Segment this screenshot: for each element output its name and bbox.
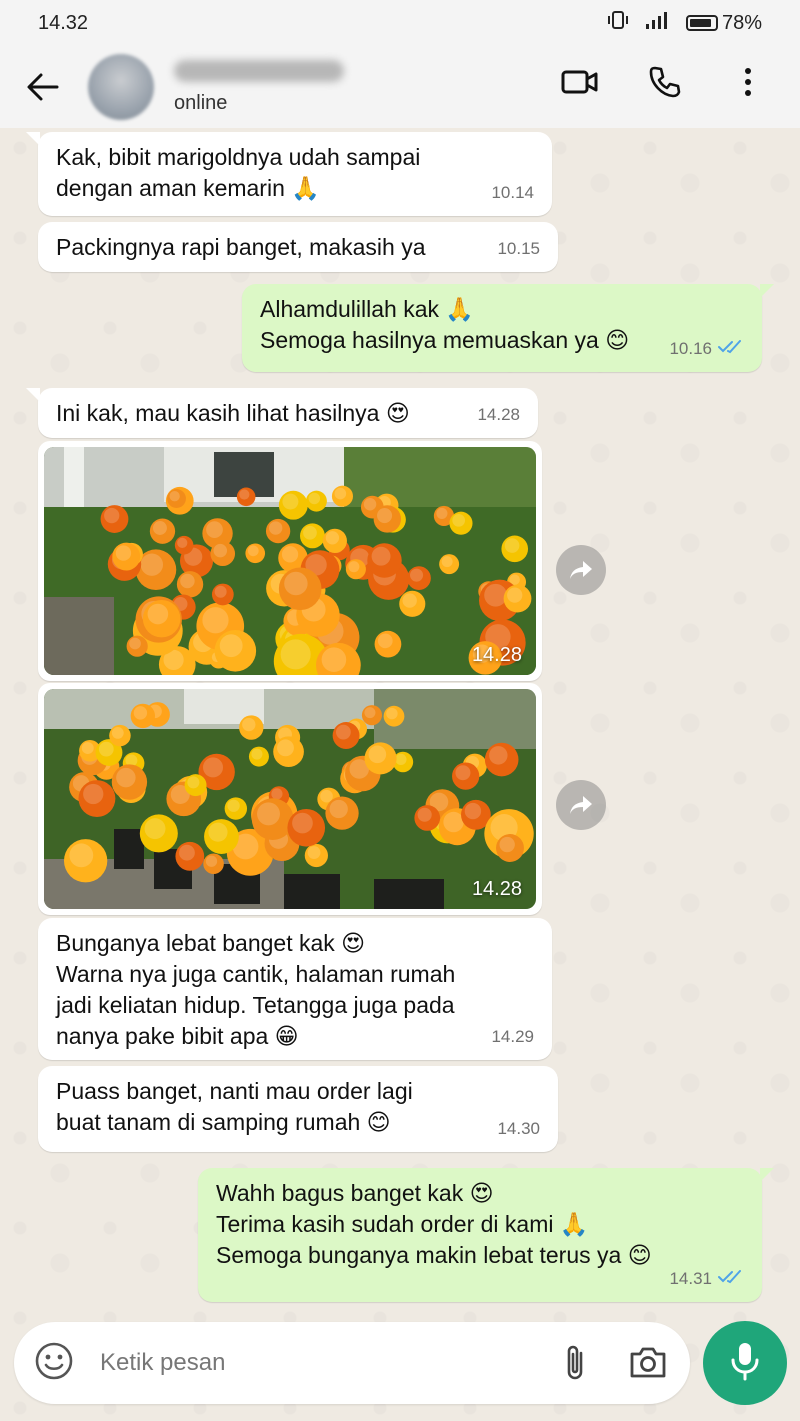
heart-eyes-emoji-icon: 😍 xyxy=(469,1180,494,1206)
battery-icon xyxy=(685,15,718,31)
attachment-paperclip-icon[interactable] xyxy=(562,1344,588,1387)
smiling-face-emoji-icon: 😊 xyxy=(627,1242,652,1268)
status-icons: 78% xyxy=(606,10,762,36)
forward-button[interactable] xyxy=(556,780,606,830)
message-text: Warna nya juga cantik, halaman rumah xyxy=(56,961,456,987)
message-incoming[interactable]: Bunganya lebat banget kak 😍 Warna nya ju… xyxy=(38,918,552,1060)
avatar[interactable] xyxy=(88,54,154,120)
folded-hands-emoji-icon: 🙏 xyxy=(291,175,320,201)
message-incoming[interactable]: Puass banget, nanti mau order lagi buat … xyxy=(38,1066,558,1152)
message-text: Wahh bagus banget kak xyxy=(216,1180,464,1206)
double-check-read-icon xyxy=(718,1263,744,1294)
emoji-icon[interactable] xyxy=(34,1341,74,1386)
message-time: 14.29 xyxy=(491,1027,534,1046)
photo-message[interactable]: 14.28 xyxy=(38,683,542,915)
message-text: jadi keliatan hidup. Tetangga juga pada xyxy=(56,992,455,1018)
message-meta: 14.31 xyxy=(669,1263,744,1294)
folded-hands-emoji-icon: 🙏 xyxy=(559,1211,589,1237)
message-composer xyxy=(14,1322,690,1404)
message-time: 10.16 xyxy=(669,339,712,358)
back-arrow-icon[interactable] xyxy=(22,67,62,107)
message-outgoing[interactable]: Wahh bagus banget kak 😍 Terima kasih sud… xyxy=(198,1168,774,1302)
heart-eyes-emoji-icon: 😍 xyxy=(341,930,366,956)
grinning-face-emoji-icon: 😁 xyxy=(274,1023,299,1049)
message-text: Alhamdulillah kak xyxy=(260,296,439,322)
contact-info[interactable]: online xyxy=(174,59,344,115)
message-time: 14.31 xyxy=(669,1269,712,1288)
header-actions xyxy=(560,62,768,102)
vibrate-icon xyxy=(606,10,630,36)
message-text: Bunganya lebat banget kak xyxy=(56,930,335,956)
message-time: 14.28 xyxy=(477,405,520,424)
heart-eyes-emoji-icon: 😍 xyxy=(385,400,410,426)
message-time: 10.15 xyxy=(497,239,540,258)
photo-message[interactable]: 14.28 xyxy=(38,441,542,681)
message-text: Puass banget, nanti mau order lagi xyxy=(56,1078,413,1104)
more-options-icon[interactable] xyxy=(728,62,768,102)
message-text: Semoga hasilnya memuaskan ya xyxy=(260,327,599,353)
signal-icon xyxy=(644,10,672,36)
video-call-icon[interactable] xyxy=(560,62,600,102)
message-text: dengan aman kemarin xyxy=(56,175,285,201)
message-outgoing[interactable]: Alhamdulillah kak 🙏 Semoga hasilnya memu… xyxy=(242,284,774,372)
message-text: Packingnya rapi banget, makasih ya xyxy=(56,234,426,260)
message-text: buat tanam di samping rumah xyxy=(56,1109,361,1135)
voice-message-button[interactable] xyxy=(703,1321,787,1405)
smiling-face-emoji-icon: 😊 xyxy=(605,327,630,353)
contact-name-blurred xyxy=(174,59,344,82)
battery-percent: 78% xyxy=(721,11,762,34)
message-text: nanya pake bibit apa xyxy=(56,1023,269,1049)
marigold-garden-photo[interactable]: 14.28 xyxy=(44,447,536,675)
message-incoming[interactable]: Packingnya rapi banget, makasih ya 10.15 xyxy=(38,222,558,272)
photo-time: 14.28 xyxy=(471,878,522,900)
marigold-pots-photo[interactable]: 14.28 xyxy=(44,689,536,909)
message-text: Terima kasih sudah order di kami xyxy=(216,1211,554,1237)
camera-icon[interactable] xyxy=(628,1344,668,1385)
chat-header: online xyxy=(0,46,800,128)
message-time: 10.14 xyxy=(491,183,534,202)
message-input[interactable] xyxy=(100,1349,520,1377)
message-time: 14.30 xyxy=(497,1119,540,1138)
microphone-icon xyxy=(730,1341,760,1386)
photo-time: 14.28 xyxy=(471,644,522,666)
double-check-read-icon xyxy=(718,333,744,364)
message-text: Ini kak, mau kasih lihat hasilnya xyxy=(56,400,380,426)
battery-indicator: 78% xyxy=(685,11,762,35)
forward-button[interactable] xyxy=(556,545,606,595)
contact-status: online xyxy=(174,91,228,114)
message-text: Kak, bibit marigoldnya udah sampai xyxy=(56,144,421,170)
message-meta: 10.16 xyxy=(669,333,744,364)
status-time: 14.32 xyxy=(38,11,89,34)
message-incoming[interactable]: Ini kak, mau kasih lihat hasilnya 😍 14.2… xyxy=(26,388,538,438)
message-incoming[interactable]: Kak, bibit marigoldnya udah sampai denga… xyxy=(26,132,552,216)
voice-call-icon[interactable] xyxy=(644,62,684,102)
folded-hands-emoji-icon: 🙏 xyxy=(445,296,475,322)
message-text: Semoga bunganya makin lebat terus ya xyxy=(216,1242,622,1268)
status-bar: 14.32 78% xyxy=(0,0,800,46)
smiling-face-emoji-icon: 😊 xyxy=(366,1109,391,1135)
